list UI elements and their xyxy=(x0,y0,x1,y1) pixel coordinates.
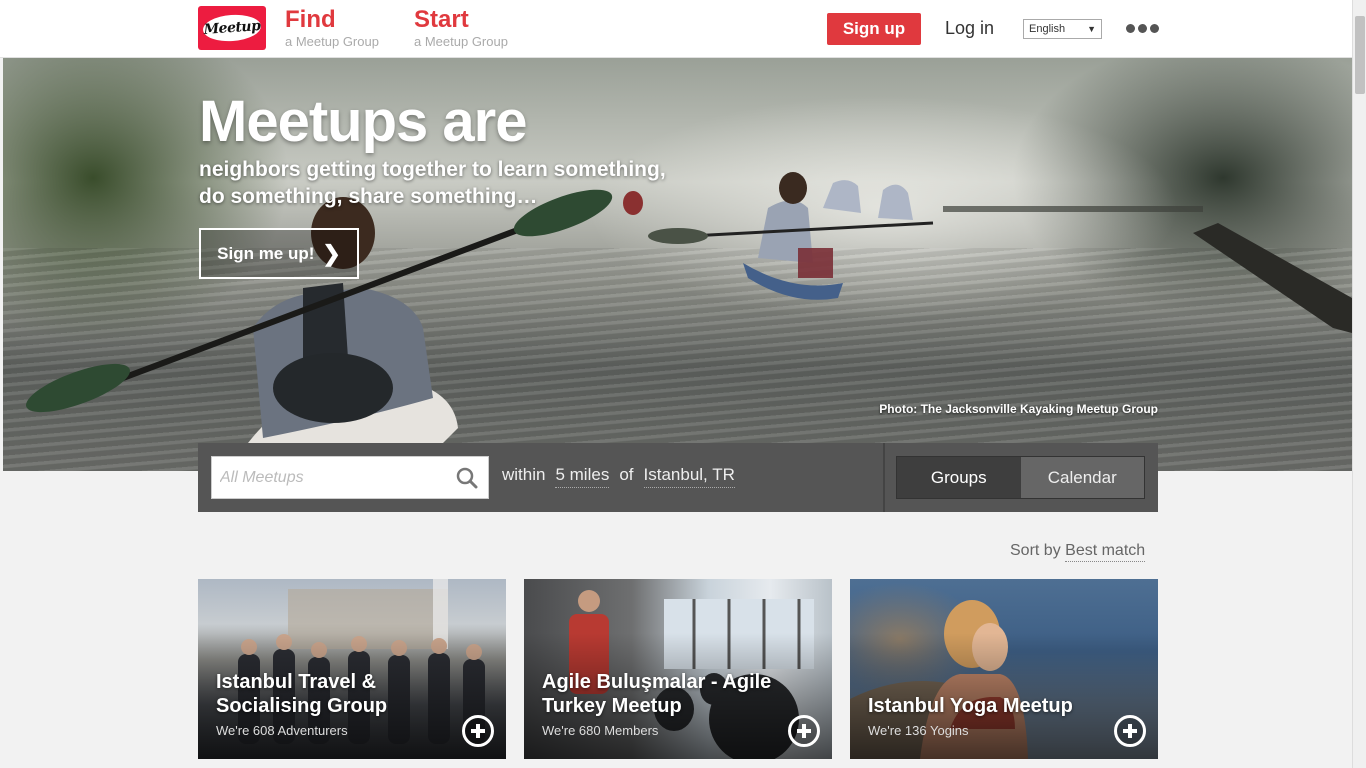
hero-subtitle-line: do something, share something… xyxy=(199,185,538,208)
dot xyxy=(1150,24,1159,33)
search-bar: within 5 miles of Istanbul, TR Groups Ca… xyxy=(198,443,1158,512)
more-dots-icon[interactable] xyxy=(1126,24,1159,33)
group-title[interactable]: Istanbul Travel & Socialising Group xyxy=(216,670,466,718)
group-card[interactable]: Agile Buluşmalar - Agile Turkey Meetup W… xyxy=(524,579,832,759)
view-toggle: Groups Calendar xyxy=(896,456,1145,499)
tab-groups[interactable]: Groups xyxy=(897,457,1021,498)
hero-banner: Meetups are neighbors getting together t… xyxy=(3,58,1352,471)
photo-credit[interactable]: Photo: The Jacksonville Kayaking Meetup … xyxy=(879,402,1158,416)
search-field[interactable] xyxy=(211,456,489,499)
hero-subtitle-line: neighbors getting together to learn some… xyxy=(199,158,666,181)
location-select[interactable]: Istanbul, TR xyxy=(643,465,735,488)
start-subtitle: a Meetup Group xyxy=(414,34,508,49)
scrollbar-thumb[interactable] xyxy=(1355,16,1365,94)
site-header: Meetup Find a Meetup Group Start a Meetu… xyxy=(0,0,1352,58)
within-label: within xyxy=(502,465,546,484)
find-title: Find xyxy=(285,6,336,33)
radius-select[interactable]: 5 miles xyxy=(555,465,610,488)
search-radius-location: within 5 miles of Istanbul, TR xyxy=(502,465,735,488)
group-members: We're 608 Adventurers xyxy=(216,723,348,738)
join-plus-icon[interactable] xyxy=(788,715,820,747)
join-plus-icon[interactable] xyxy=(1114,715,1146,747)
group-title[interactable]: Istanbul Yoga Meetup xyxy=(868,694,1118,718)
search-input[interactable] xyxy=(212,457,442,498)
group-members: We're 680 Members xyxy=(542,723,659,738)
group-title[interactable]: Agile Buluşmalar - Agile Turkey Meetup xyxy=(542,670,792,718)
searchbar-divider xyxy=(883,443,885,512)
hero-subtitle: neighbors getting together to learn some… xyxy=(199,156,699,210)
sort-control: Sort by Best match xyxy=(1010,542,1146,562)
logo-badge: Meetup xyxy=(202,13,262,43)
group-card[interactable]: Istanbul Yoga Meetup We're 136 Yogins xyxy=(850,579,1158,759)
sort-label: Sort by xyxy=(1010,542,1061,559)
page-scrollbar[interactable] xyxy=(1352,0,1366,768)
find-subtitle: a Meetup Group xyxy=(285,34,379,49)
sign-me-up-button[interactable]: Sign me up! ❯ xyxy=(199,228,359,279)
join-plus-icon[interactable] xyxy=(462,715,494,747)
sort-select[interactable]: Best match xyxy=(1065,542,1146,562)
of-label: of xyxy=(619,465,634,484)
tab-calendar[interactable]: Calendar xyxy=(1020,457,1144,498)
login-link[interactable]: Log in xyxy=(945,18,994,39)
search-icon[interactable] xyxy=(456,467,478,489)
language-value: English xyxy=(1029,23,1066,35)
group-card[interactable]: Istanbul Travel & Socialising Group We'r… xyxy=(198,579,506,759)
start-title: Start xyxy=(414,6,469,33)
chevron-right-icon: ❯ xyxy=(322,240,341,266)
start-group-link[interactable]: Start a Meetup Group xyxy=(414,6,508,50)
sign-me-up-label: Sign me up! xyxy=(217,243,315,263)
dropdown-arrow-icon: ▼ xyxy=(1087,24,1096,34)
meetup-logo[interactable]: Meetup xyxy=(198,6,266,50)
find-group-link[interactable]: Find a Meetup Group xyxy=(285,6,379,50)
dot xyxy=(1138,24,1147,33)
logo-text: Meetup xyxy=(203,18,261,38)
dot xyxy=(1126,24,1135,33)
group-members: We're 136 Yogins xyxy=(868,723,969,738)
language-select[interactable]: English ▼ xyxy=(1023,19,1102,39)
signup-button[interactable]: Sign up xyxy=(827,13,921,45)
hero-title: Meetups are xyxy=(199,89,527,154)
